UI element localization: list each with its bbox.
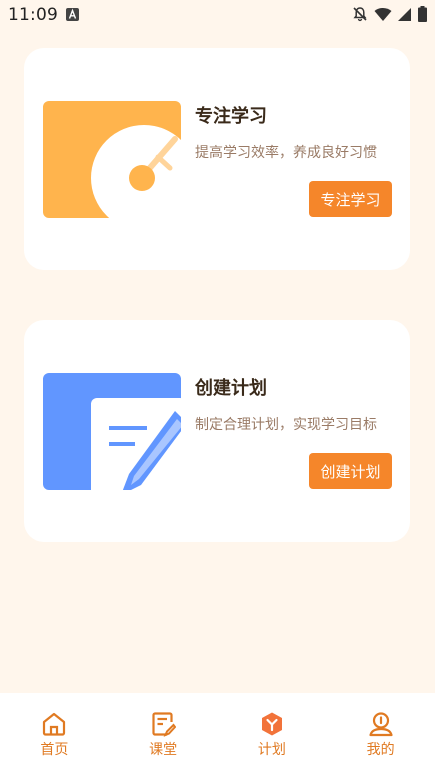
- focus-timer-icon: [43, 101, 181, 218]
- focus-study-button[interactable]: 专注学习: [309, 181, 392, 217]
- nav-label: 计划: [257, 742, 286, 758]
- status-bar: 11:09: [0, 0, 435, 30]
- bottom-nav: 首页 课堂 计划 我的: [0, 693, 435, 774]
- bell-off-icon: [353, 7, 367, 22]
- plan-icon: [261, 712, 282, 736]
- status-icons: [352, 6, 427, 22]
- plan-document-icon: [43, 373, 181, 490]
- nav-label: 我的: [366, 742, 395, 758]
- nav-item-profile[interactable]: 我的: [326, 693, 435, 774]
- status-time: 11:09: [8, 5, 58, 25]
- create-plan-card: 创建计划 制定合理计划，实现学习目标 创建计划: [24, 320, 410, 542]
- create-plan-button[interactable]: 创建计划: [309, 453, 392, 489]
- classroom-icon: [152, 712, 177, 737]
- a-icon: [66, 8, 79, 21]
- home-icon: [43, 712, 66, 736]
- nav-label: 首页: [40, 742, 69, 758]
- signal-icon: [398, 7, 411, 21]
- card-subtitle: 制定合理计划，实现学习目标: [195, 417, 377, 433]
- card-title: 创建计划: [195, 378, 267, 399]
- focus-study-card: 专注学习 提高学习效率，养成良好习惯 专注学习: [24, 48, 410, 270]
- profile-icon: [369, 712, 393, 737]
- nav-label: 课堂: [149, 742, 178, 758]
- battery-icon: [418, 6, 427, 22]
- card-subtitle: 提高学习效率，养成良好习惯: [195, 145, 377, 161]
- wifi-icon: [374, 7, 392, 21]
- nav-item-plan[interactable]: 计划: [218, 693, 327, 774]
- card-title: 专注学习: [195, 106, 267, 127]
- nav-item-classroom[interactable]: 课堂: [109, 693, 218, 774]
- nav-item-home[interactable]: 首页: [0, 693, 109, 774]
